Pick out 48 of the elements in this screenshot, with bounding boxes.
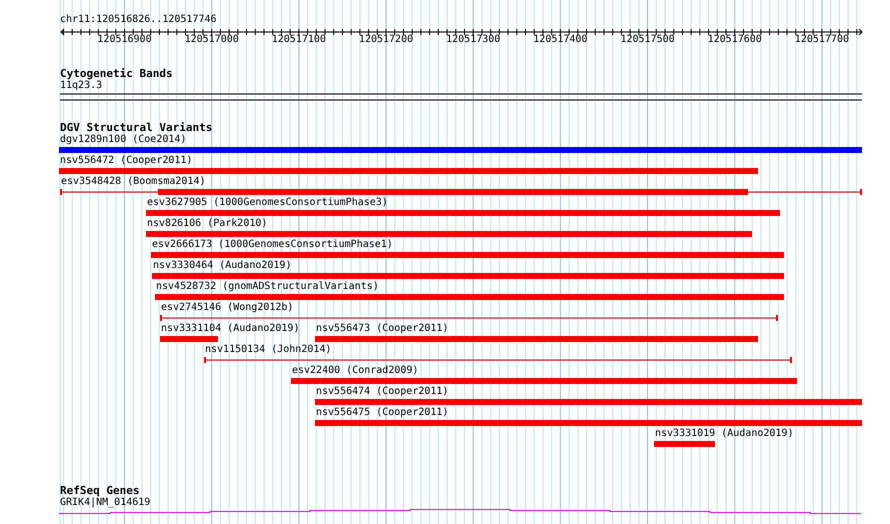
variant-bar[interactable] xyxy=(654,441,715,447)
variant-bar[interactable] xyxy=(315,399,862,405)
tick-label: 120517100 xyxy=(272,34,326,46)
gene-label[interactable]: GRIK4|NM_014619 xyxy=(60,497,150,509)
track-title: Cytogenetic Bands xyxy=(60,67,173,80)
variant-span[interactable] xyxy=(60,189,862,195)
variant-label[interactable]: dgv1289n100 (Coe2014) xyxy=(60,134,186,146)
location-label: chr11:120516826..120517746 xyxy=(60,14,217,26)
variant-bar[interactable] xyxy=(59,147,862,153)
variant-bar[interactable] xyxy=(146,210,780,216)
track-title: RefSeq Genes xyxy=(60,484,140,497)
variant-label[interactable]: nsv556475 (Cooper2011) xyxy=(316,407,448,419)
gene-line[interactable] xyxy=(58,509,862,514)
variant-label[interactable]: esv3548428 (Boomsma2014) xyxy=(61,176,206,188)
band-label: 11q23.3 xyxy=(60,80,102,92)
variant-label[interactable]: nsv826106 (Park2010) xyxy=(147,218,268,230)
variant-bar[interactable] xyxy=(152,273,784,279)
variant-label[interactable]: nsv556472 (Cooper2011) xyxy=(60,155,192,167)
variant-label[interactable]: esv2745146 (Wong2012b) xyxy=(161,302,294,314)
tick-label: 120517200 xyxy=(358,34,414,46)
variant-label[interactable]: nsv556474 (Cooper2011) xyxy=(316,386,448,398)
variant-bar[interactable] xyxy=(315,420,862,426)
variant-label[interactable]: nsv3330464 (Audano2019) xyxy=(153,260,292,272)
tick-label: 120517400 xyxy=(533,34,588,46)
variant-label[interactable]: nsv4528732 (gnomADStructuralVariants) xyxy=(156,281,379,293)
tick-label: 120516900 xyxy=(97,34,152,46)
variant-label[interactable]: nsv3331104 (Audano2019) xyxy=(161,323,300,335)
track-title: DGV Structural Variants xyxy=(60,121,212,134)
variant-bar[interactable] xyxy=(155,294,784,300)
variant-bar[interactable] xyxy=(151,252,784,258)
variant-bar[interactable] xyxy=(291,378,797,384)
tick-label: 120517300 xyxy=(446,34,500,46)
variant-bar[interactable] xyxy=(160,336,218,342)
variant-label[interactable]: esv3627905 (1000GenomesConsortiumPhase3) xyxy=(147,197,388,209)
variant-label[interactable]: esv22400 (Conrad2009) xyxy=(292,365,418,377)
variant-label[interactable]: nsv3331019 (Audano2019) xyxy=(655,428,794,440)
tick-label: 120517500 xyxy=(620,34,675,46)
variant-bar[interactable] xyxy=(315,336,758,342)
tick-label: 120517000 xyxy=(184,34,239,46)
variant-span[interactable] xyxy=(160,315,778,321)
variant-label[interactable]: nsv1150134 (John2014) xyxy=(205,344,332,356)
tick-label: 120517700 xyxy=(794,34,849,46)
variant-label[interactable]: esv2666173 (1000GenomesConsortiumPhase1) xyxy=(152,239,393,251)
variant-bar[interactable] xyxy=(59,168,758,174)
variant-label[interactable]: nsv556473 (Cooper2011) xyxy=(316,323,448,335)
tick-label: 120517600 xyxy=(708,34,762,46)
variant-bar[interactable] xyxy=(146,231,752,237)
variant-span[interactable] xyxy=(204,357,792,363)
